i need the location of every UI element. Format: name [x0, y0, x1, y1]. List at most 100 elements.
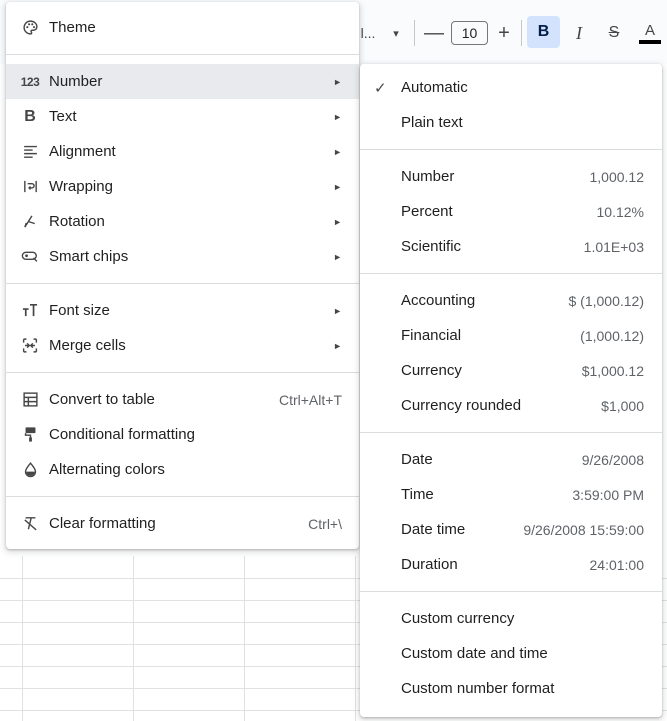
menu-item-label: Text: [49, 108, 77, 125]
increase-font-size-button[interactable]: +: [494, 20, 514, 46]
menu-divider: [6, 496, 359, 497]
submenu-item-duration[interactable]: Duration 24:01:00: [360, 547, 662, 582]
menu-item-font-size[interactable]: Font size ►: [6, 293, 359, 328]
number-format-submenu: ✓ Automatic Plain text Number 1,000.12 P…: [360, 64, 662, 717]
submenu-item-custom-number-format[interactable]: Custom number format: [360, 671, 662, 706]
submenu-item-label: Scientific: [401, 238, 462, 255]
menu-item-theme[interactable]: Theme: [6, 10, 359, 45]
format-example: 9/26/2008 15:59:00: [523, 521, 644, 538]
submenu-item-label: Date: [401, 451, 433, 468]
table-icon: [20, 390, 40, 410]
keyboard-shortcut: Ctrl+Alt+T: [278, 391, 342, 408]
format-example: 10.12%: [596, 203, 644, 220]
submenu-arrow-icon: ►: [333, 181, 342, 192]
align-left-icon: [20, 142, 40, 162]
submenu-item-label: Duration: [401, 556, 458, 573]
submenu-item-label: Accounting: [401, 292, 476, 309]
submenu-item-label: Custom number format: [401, 680, 555, 697]
menu-item-label: Number: [49, 73, 103, 90]
strikethrough-button[interactable]: S: [601, 20, 627, 46]
menu-item-clear-formatting[interactable]: Clear formatting Ctrl+\: [6, 506, 359, 541]
submenu-item-label: Financial: [401, 327, 462, 344]
text-color-button[interactable]: A: [637, 20, 663, 46]
grid-col-line: [355, 556, 356, 721]
menu-divider: [360, 432, 662, 433]
text-rotation-icon: [20, 212, 40, 232]
format-example: 1.01E+03: [583, 238, 644, 255]
font-size-icon: [20, 301, 40, 321]
font-family-dropdown-icon[interactable]: ▾: [386, 20, 406, 46]
submenu-item-label: Date time: [401, 521, 466, 538]
submenu-item-date[interactable]: Date 9/26/2008: [360, 442, 662, 477]
menu-item-alternating-colors[interactable]: Alternating colors: [6, 452, 359, 487]
submenu-item-label: Percent: [401, 203, 453, 220]
text-color-letter: A: [644, 22, 655, 39]
format-example: 9/26/2008: [581, 451, 644, 468]
submenu-arrow-icon: ►: [333, 340, 342, 351]
format-example: (1,000.12): [580, 327, 644, 344]
submenu-item-accounting[interactable]: Accounting $ (1,000.12): [360, 283, 662, 318]
bold-button[interactable]: B: [527, 16, 560, 48]
palette-icon: [20, 18, 40, 38]
menu-item-smart-chips[interactable]: Smart chips ►: [6, 239, 359, 274]
format-example: 3:59:00 PM: [572, 486, 644, 503]
menu-item-alignment[interactable]: Alignment ►: [6, 134, 359, 169]
checkmark-icon: ✓: [374, 79, 387, 97]
submenu-item-custom-currency[interactable]: Custom currency: [360, 601, 662, 636]
fill-drop-icon: [20, 460, 40, 480]
menu-item-merge-cells[interactable]: Merge cells ►: [6, 328, 359, 363]
menu-item-convert-to-table[interactable]: Convert to table Ctrl+Alt+T: [6, 382, 359, 417]
wrap-text-icon: [20, 177, 40, 197]
submenu-item-scientific[interactable]: Scientific 1.01E+03: [360, 229, 662, 264]
toolbar-divider: [521, 20, 522, 46]
menu-item-label: Conditional formatting: [49, 426, 195, 443]
menu-divider: [360, 591, 662, 592]
submenu-item-label: Number: [401, 168, 455, 185]
menu-item-text[interactable]: B Text ►: [6, 99, 359, 134]
number-format-icon: 123: [20, 74, 40, 89]
italic-button[interactable]: I: [566, 20, 592, 46]
submenu-item-currency[interactable]: Currency $1,000.12: [360, 353, 662, 388]
submenu-arrow-icon: ►: [333, 251, 342, 262]
submenu-arrow-icon: ►: [333, 76, 342, 87]
submenu-arrow-icon: ►: [333, 111, 342, 122]
submenu-item-percent[interactable]: Percent 10.12%: [360, 194, 662, 229]
submenu-item-plain-text[interactable]: Plain text: [360, 105, 662, 140]
submenu-arrow-icon: ►: [333, 146, 342, 157]
submenu-item-financial[interactable]: Financial (1,000.12): [360, 318, 662, 353]
submenu-item-label: Currency: [401, 362, 462, 379]
submenu-item-label: Custom date and time: [401, 645, 548, 662]
bold-icon: B: [24, 107, 36, 125]
menu-divider: [360, 149, 662, 150]
menu-item-label: Smart chips: [49, 248, 129, 265]
submenu-item-number[interactable]: Number 1,000.12: [360, 159, 662, 194]
toolbar-divider: [414, 20, 415, 46]
submenu-item-automatic[interactable]: ✓ Automatic: [360, 70, 662, 105]
decrease-font-size-button[interactable]: —: [424, 20, 444, 46]
font-family-select[interactable]: l...: [358, 20, 378, 46]
menu-divider: [6, 283, 359, 284]
menu-item-rotation[interactable]: Rotation ►: [6, 204, 359, 239]
menu-item-label: Merge cells: [49, 337, 126, 354]
paint-roller-icon: [20, 425, 40, 445]
menu-item-conditional-formatting[interactable]: Conditional formatting: [6, 417, 359, 452]
menu-item-wrapping[interactable]: Wrapping ►: [6, 169, 359, 204]
submenu-item-label: Custom currency: [401, 610, 515, 627]
submenu-item-custom-date-time[interactable]: Custom date and time: [360, 636, 662, 671]
submenu-arrow-icon: ►: [333, 216, 342, 227]
submenu-item-date-time[interactable]: Date time 9/26/2008 15:59:00: [360, 512, 662, 547]
submenu-item-time[interactable]: Time 3:59:00 PM: [360, 477, 662, 512]
format-example: 1,000.12: [589, 168, 645, 185]
submenu-item-label: Currency rounded: [401, 397, 522, 414]
text-color-swatch: [639, 40, 661, 44]
grid-col-line: [244, 556, 245, 721]
submenu-item-label: Automatic: [401, 79, 468, 96]
menu-item-number[interactable]: 123 Number ►: [6, 64, 359, 99]
submenu-item-currency-rounded[interactable]: Currency rounded $1,000: [360, 388, 662, 423]
menu-item-label: Alternating colors: [49, 461, 165, 478]
merge-cells-icon: [20, 336, 40, 356]
font-size-input[interactable]: 10: [451, 21, 488, 45]
submenu-arrow-icon: ►: [333, 305, 342, 316]
submenu-item-label: Plain text: [401, 114, 463, 131]
format-menu: Theme 123 Number ► B Text ► Alignment ► …: [6, 2, 359, 549]
